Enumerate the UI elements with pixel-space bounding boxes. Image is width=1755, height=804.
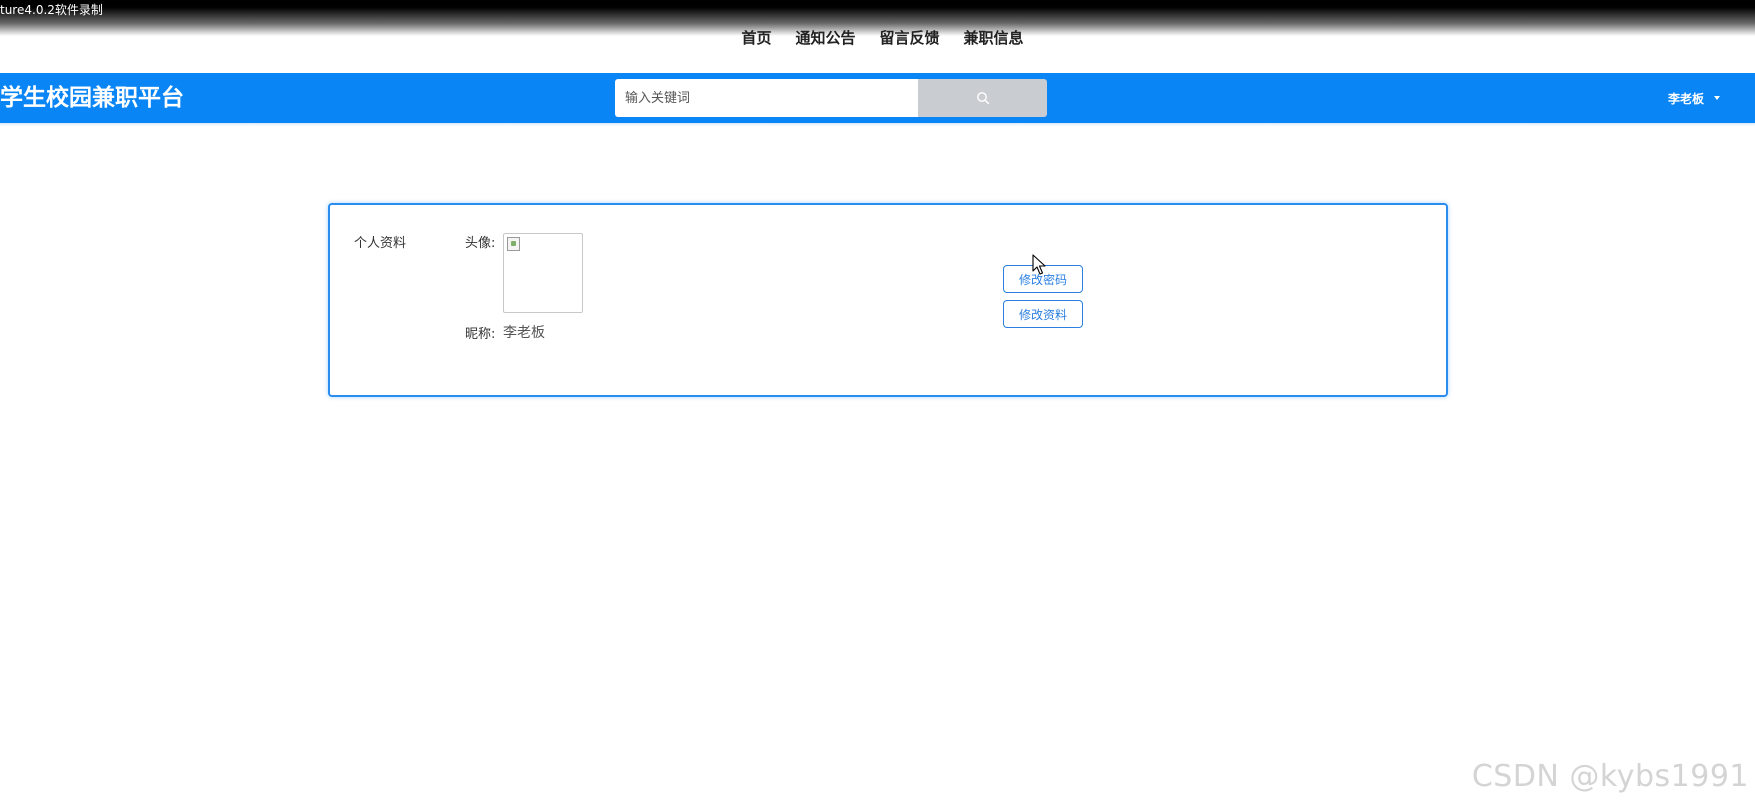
user-menu[interactable]: 李老板 xyxy=(1668,88,1720,108)
avatar-label: 头像: xyxy=(465,236,496,251)
search-icon xyxy=(976,92,989,105)
user-name: 李老板 xyxy=(1667,91,1704,106)
site-title: 学生校园兼职平台 xyxy=(0,85,184,111)
nickname-value: 李老板 xyxy=(503,325,545,341)
edit-profile-button[interactable]: 修改资料 xyxy=(1003,300,1083,328)
nickname-label: 昵称: xyxy=(465,327,496,342)
top-nav: 首页 通知公告 留言反馈 兼职信息 xyxy=(0,28,1755,50)
nav-home[interactable]: 首页 xyxy=(741,28,771,50)
nav-jobs[interactable]: 兼职信息 xyxy=(964,28,1024,50)
profile-card: 个人资料 头像: 昵称: 李老板 修改密码 修改资料 xyxy=(328,203,1448,397)
nav-feedback[interactable]: 留言反馈 xyxy=(880,28,940,50)
recorder-caption: ture4.0.2软件录制 xyxy=(0,3,103,17)
search-input[interactable] xyxy=(615,79,918,117)
header-divider xyxy=(0,123,1755,126)
broken-image-icon xyxy=(507,237,520,251)
avatar xyxy=(503,233,583,313)
watermark: CSDN @kybs1991 xyxy=(1471,759,1749,794)
caret-down-icon xyxy=(1714,96,1720,100)
search-box xyxy=(615,79,1047,117)
mouse-cursor-icon xyxy=(1032,254,1046,275)
header-bar: 学生校园兼职平台 李老板 xyxy=(0,73,1755,123)
nav-notices[interactable]: 通知公告 xyxy=(795,28,855,50)
search-button[interactable] xyxy=(918,79,1047,117)
profile-section-title: 个人资料 xyxy=(354,236,407,251)
page: ture4.0.2软件录制 首页 通知公告 留言反馈 兼职信息 学生校园兼职平台… xyxy=(0,0,1755,804)
